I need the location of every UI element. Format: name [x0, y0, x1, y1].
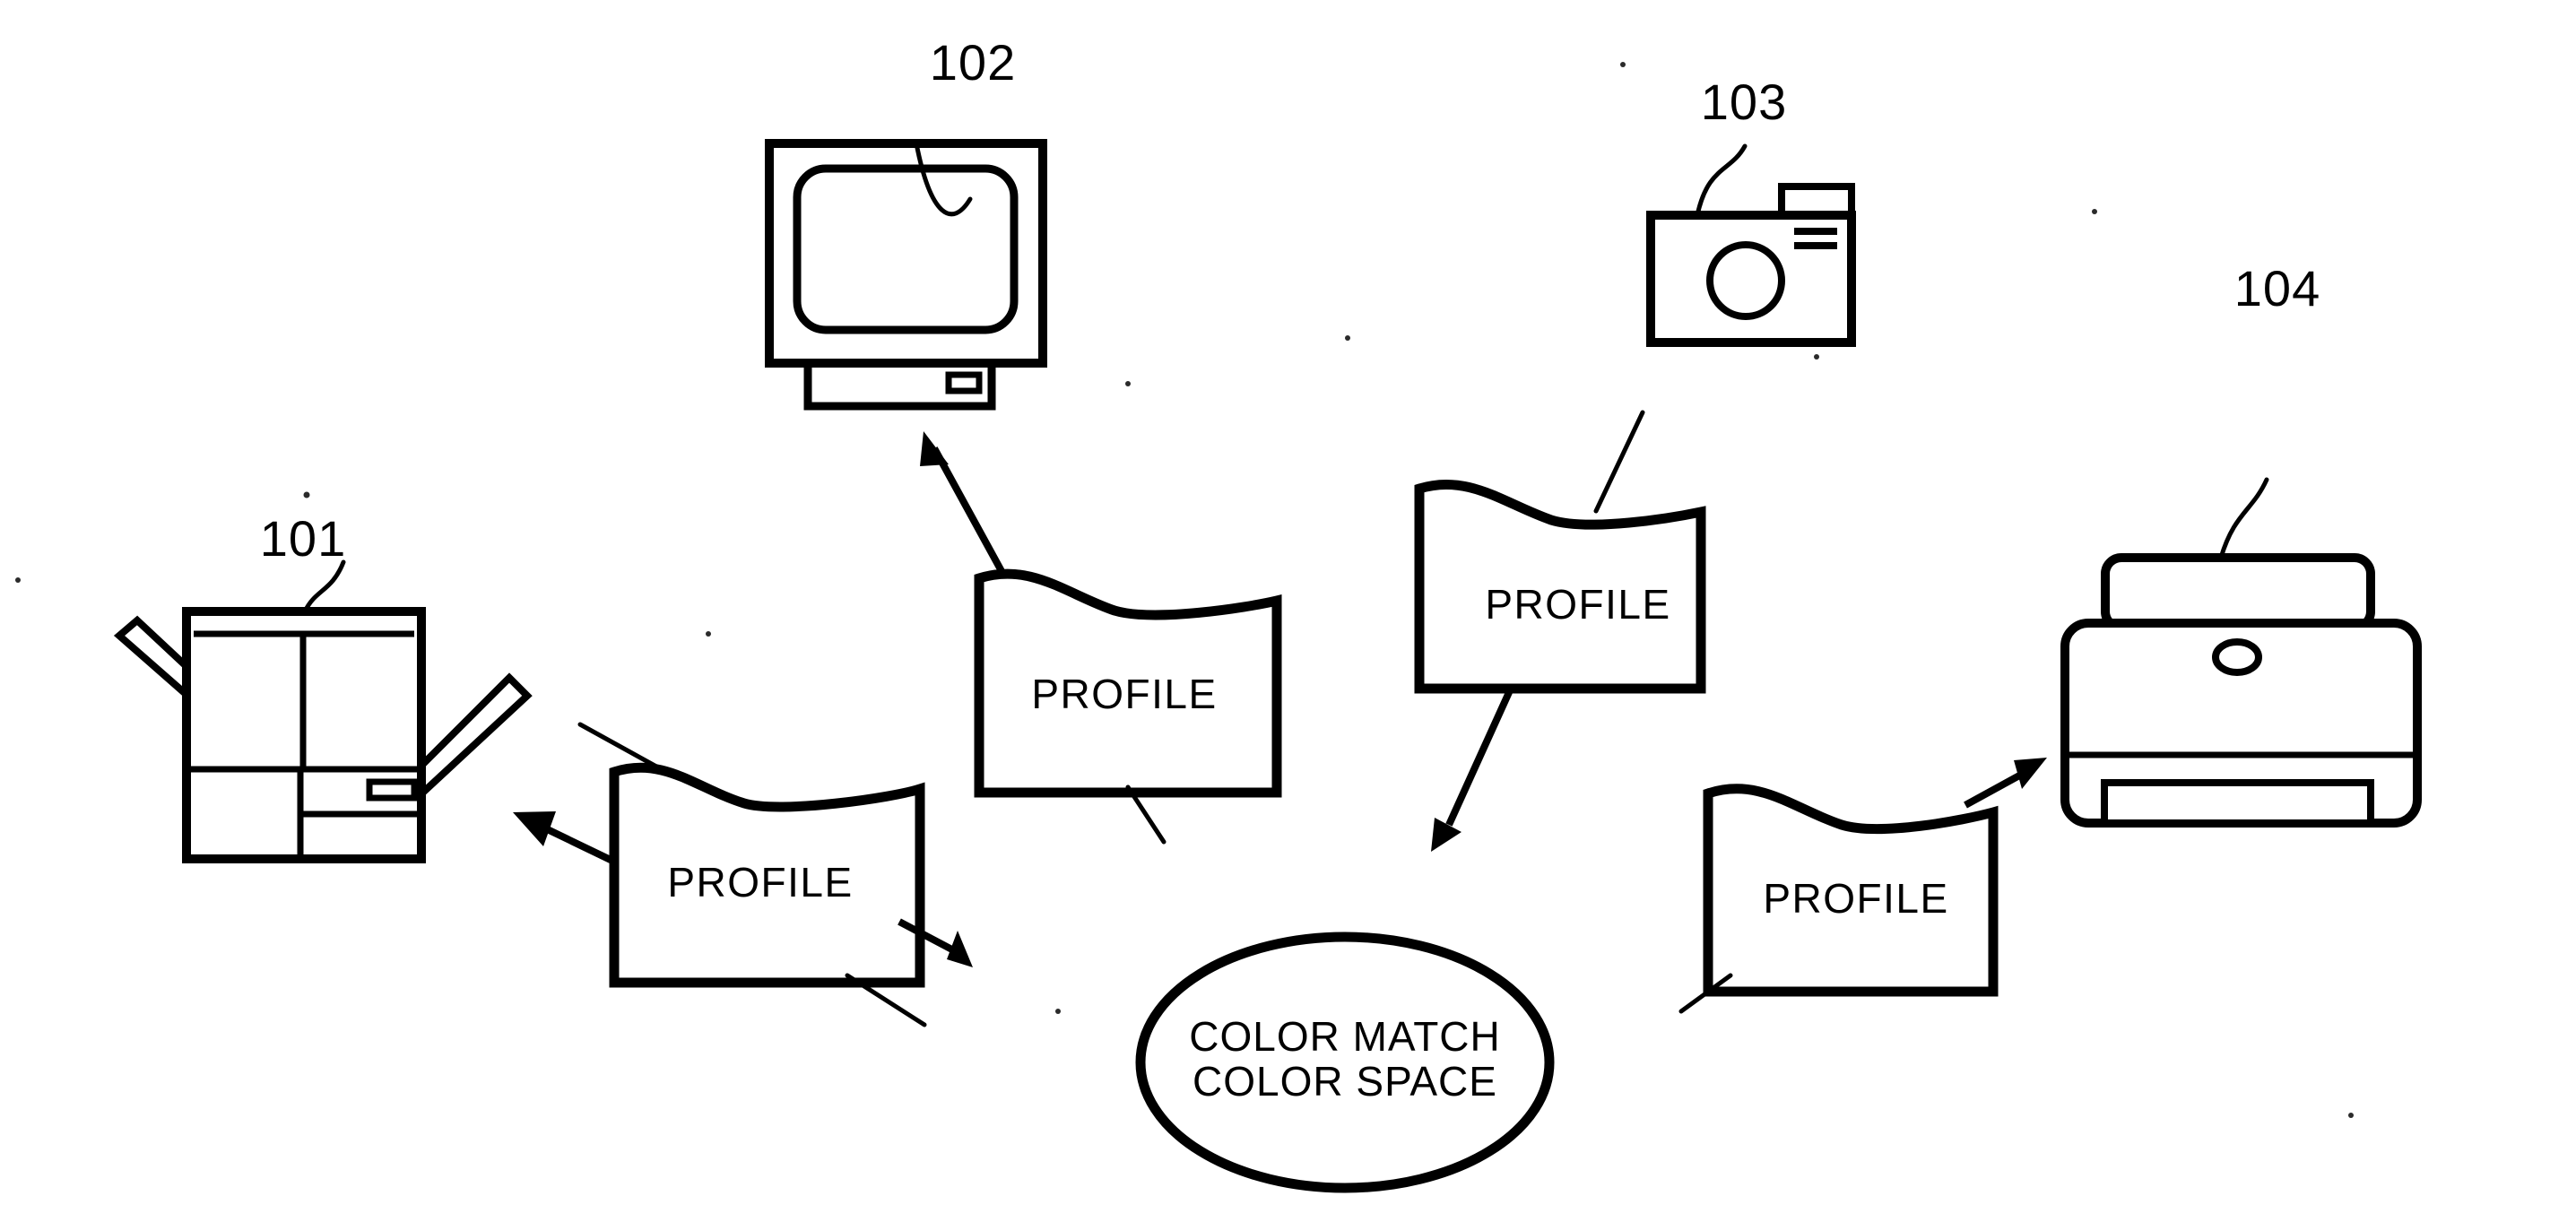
- ref-label-104: 104: [2234, 260, 2320, 316]
- patent-figure: 101 102 103 104 PROFILE PROFILE PROFILE …: [0, 0, 2576, 1222]
- printer-paper-tray: [2101, 553, 2375, 632]
- arrow-profile-camera-to-colorspace: [1431, 689, 1514, 852]
- leader-104: [2218, 477, 2269, 560]
- profile-monitor-label: PROFILE: [1031, 671, 1217, 717]
- profile-copier-label: PROFILE: [667, 859, 853, 906]
- ref-label-101: 101: [260, 510, 346, 567]
- printer-button: [2212, 638, 2262, 676]
- ref-label-103: 103: [1701, 74, 1787, 130]
- arrow-profile-printer-to-printer: [1964, 758, 2047, 809]
- monitor-base-indicator: [945, 371, 983, 394]
- camera-lens: [1706, 241, 1785, 320]
- device-printer: 104: [2060, 260, 2422, 828]
- profile-camera-label: PROFILE: [1485, 581, 1670, 628]
- profile-monitor: PROFILE: [974, 568, 1282, 798]
- leader-camera-to-profile: [1593, 410, 1645, 514]
- color-match-color-space-node: COLOR MATCH COLOR SPACE: [1135, 932, 1555, 1193]
- monitor-screen: [793, 164, 1019, 334]
- device-crt-monitor: 102: [765, 34, 1047, 411]
- device-copier-scanner: 101: [113, 510, 533, 863]
- profile-printer: PROFILE: [1703, 784, 1999, 997]
- arrow-profile-monitor-to-monitor: [920, 431, 1005, 573]
- profile-camera: PROFILE: [1414, 480, 1706, 694]
- arrow-profile-copier-to-copier: [513, 811, 616, 865]
- color-space-line-1: COLOR MATCH: [1189, 1013, 1501, 1060]
- leader-103: [1695, 143, 1748, 218]
- diagram-canvas: 101 102 103 104 PROFILE PROFILE PROFILE …: [15, 34, 2422, 1193]
- profile-copier: PROFILE: [609, 762, 925, 988]
- ref-label-102: 102: [930, 34, 1016, 91]
- leader-101: [302, 559, 346, 614]
- printer-output-slot: [2101, 779, 2374, 827]
- copier-control-slot: [366, 778, 418, 802]
- device-digital-camera: 103: [1646, 74, 1856, 347]
- color-space-line-2: COLOR SPACE: [1193, 1058, 1497, 1105]
- profile-printer-label: PROFILE: [1763, 875, 1948, 922]
